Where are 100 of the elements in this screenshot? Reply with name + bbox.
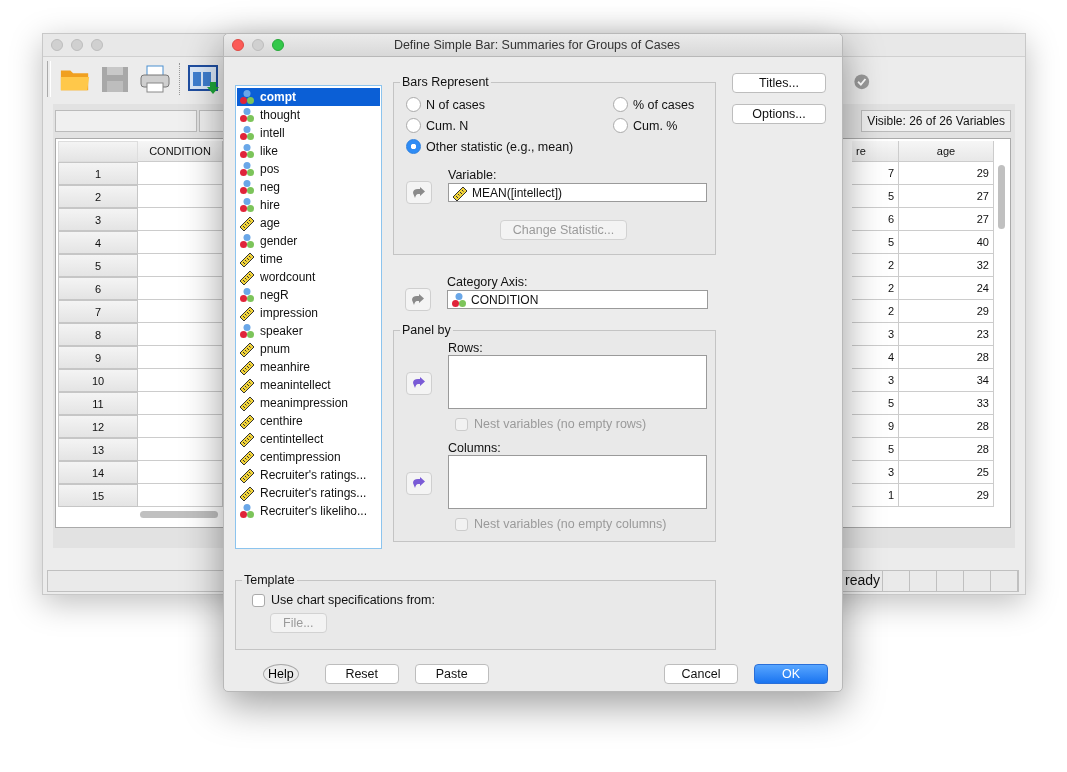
variable-list-item[interactable]: Recruiter's likeliho... xyxy=(237,502,380,520)
radio-option[interactable]: Other statistic (e.g., mean) xyxy=(406,139,707,154)
row-number[interactable]: 1 xyxy=(58,162,138,185)
nominal-variable-icon xyxy=(239,503,255,519)
variable-list-item[interactable]: pos xyxy=(237,160,380,178)
variable-list-item[interactable]: meanimpression xyxy=(237,394,380,412)
variable-name: hire xyxy=(260,198,280,212)
dialog-button[interactable]: Reset xyxy=(324,664,399,684)
table-cell: 29 xyxy=(899,484,994,507)
variable-name: compt xyxy=(260,90,296,104)
move-arrow-button[interactable] xyxy=(406,471,432,495)
variable-list-item[interactable]: like xyxy=(237,142,380,160)
row-number[interactable]: 5 xyxy=(58,254,138,277)
variable-list-item[interactable]: meanintellect xyxy=(237,376,380,394)
cell-value-field[interactable] xyxy=(199,110,225,132)
variable-list-item[interactable]: age xyxy=(237,214,380,232)
field-value: CONDITION xyxy=(471,292,539,307)
radio-option[interactable]: Cum. N xyxy=(406,118,613,133)
minimize-window-control[interactable] xyxy=(252,39,264,51)
chart-specifications-checkbox[interactable]: Use chart specifications from: xyxy=(252,593,707,607)
close-window-control[interactable] xyxy=(51,39,63,51)
column-header[interactable]: re xyxy=(852,141,899,162)
column-header[interactable]: CONDITION xyxy=(138,141,223,162)
variable-list-item[interactable]: Recruiter's ratings... xyxy=(237,484,380,502)
radio-button[interactable] xyxy=(406,118,421,133)
dialog-button[interactable]: Options... xyxy=(732,104,826,124)
variable-name: centhire xyxy=(260,414,303,428)
row-number[interactable]: 10 xyxy=(58,369,138,392)
variable-list-item[interactable]: hire xyxy=(237,196,380,214)
variable-name: speaker xyxy=(260,324,303,338)
minimize-window-control[interactable] xyxy=(71,39,83,51)
variable-list-item[interactable]: negR xyxy=(237,286,380,304)
zoom-window-control[interactable] xyxy=(272,39,284,51)
table-cell: 24 xyxy=(899,277,994,300)
horizontal-scrollbar-thumb[interactable] xyxy=(140,510,218,518)
field-value: MEAN([intellect]) xyxy=(472,185,563,200)
variable-list-item[interactable]: meanhire xyxy=(237,358,380,376)
variable-name: Recruiter's likeliho... xyxy=(260,504,367,518)
move-arrow-button[interactable] xyxy=(406,371,432,395)
row-number[interactable]: 6 xyxy=(58,277,138,300)
row-number[interactable]: 14 xyxy=(58,461,138,484)
category-axis-field[interactable]: CONDITION xyxy=(447,290,708,309)
dialog-button[interactable]: Cancel xyxy=(664,664,738,684)
group-title: Panel by xyxy=(401,323,452,337)
variable-name: meanhire xyxy=(260,360,311,374)
radio-button[interactable] xyxy=(613,97,628,112)
variable-name: negR xyxy=(260,288,289,302)
radio-button[interactable] xyxy=(406,97,421,112)
radio-option[interactable]: Cum. % xyxy=(613,118,707,133)
row-number[interactable]: 7 xyxy=(58,300,138,323)
dialog-button[interactable]: Paste xyxy=(414,664,489,684)
variable-name: impression xyxy=(260,306,319,320)
variable-list-item[interactable]: wordcount xyxy=(237,268,380,286)
close-window-control[interactable] xyxy=(232,39,244,51)
zoom-window-control[interactable] xyxy=(91,39,103,51)
radio-option[interactable]: N of cases xyxy=(406,97,613,112)
row-number[interactable]: 13 xyxy=(58,438,138,461)
variable-list-item[interactable]: centintellect xyxy=(237,430,380,448)
variable-list-item[interactable]: intell xyxy=(237,124,380,142)
data-grid-import-icon[interactable] xyxy=(188,64,220,94)
row-number[interactable]: 15 xyxy=(58,484,138,507)
group-title: Bars Represent xyxy=(401,75,490,89)
variable-list-item[interactable]: gender xyxy=(237,232,380,250)
variable-label: Variable: xyxy=(448,168,498,182)
save-icon[interactable] xyxy=(99,64,131,94)
row-number[interactable]: 3 xyxy=(58,208,138,231)
checkbox[interactable] xyxy=(252,593,265,607)
row-number[interactable]: 4 xyxy=(58,231,138,254)
vertical-scrollbar-thumb[interactable] xyxy=(997,165,1005,229)
row-number[interactable]: 11 xyxy=(58,392,138,415)
variable-list-item[interactable]: Recruiter's ratings... xyxy=(237,466,380,484)
variable-list-item[interactable]: impression xyxy=(237,304,380,322)
radio-button[interactable] xyxy=(613,118,628,133)
row-number[interactable]: 2 xyxy=(58,185,138,208)
variable-list-item[interactable]: thought xyxy=(237,106,380,124)
row-number[interactable]: 12 xyxy=(58,415,138,438)
variable-list-item[interactable]: centimpression xyxy=(237,448,380,466)
variable-list-item[interactable]: pnum xyxy=(237,340,380,358)
panel-variables-field[interactable] xyxy=(448,355,707,409)
variable-list-item[interactable]: centhire xyxy=(237,412,380,430)
column-header[interactable]: age xyxy=(899,141,994,162)
table-cell: 25 xyxy=(899,461,994,484)
variable-list-item[interactable]: time xyxy=(237,250,380,268)
variable-field[interactable]: MEAN([intellect]) xyxy=(448,183,707,202)
radio-button[interactable] xyxy=(406,139,421,154)
table-cell: 28 xyxy=(899,438,994,461)
table-cell: 5 xyxy=(852,185,899,208)
variable-list-item[interactable]: neg xyxy=(237,178,380,196)
variable-list-item[interactable]: compt xyxy=(237,88,380,106)
cell-name-field[interactable] xyxy=(55,110,197,132)
variable-list-item[interactable]: speaker xyxy=(237,322,380,340)
radio-option[interactable]: % of cases xyxy=(613,97,707,112)
dialog-button[interactable]: Titles... xyxy=(732,73,826,93)
table-cell: 32 xyxy=(899,254,994,277)
printer-icon[interactable] xyxy=(139,64,171,94)
variable-name: meanimpression xyxy=(260,396,349,410)
row-number[interactable]: 8 xyxy=(58,323,138,346)
table-cell: 34 xyxy=(899,369,994,392)
panel-variables-field[interactable] xyxy=(448,455,707,509)
row-number[interactable]: 9 xyxy=(58,346,138,369)
